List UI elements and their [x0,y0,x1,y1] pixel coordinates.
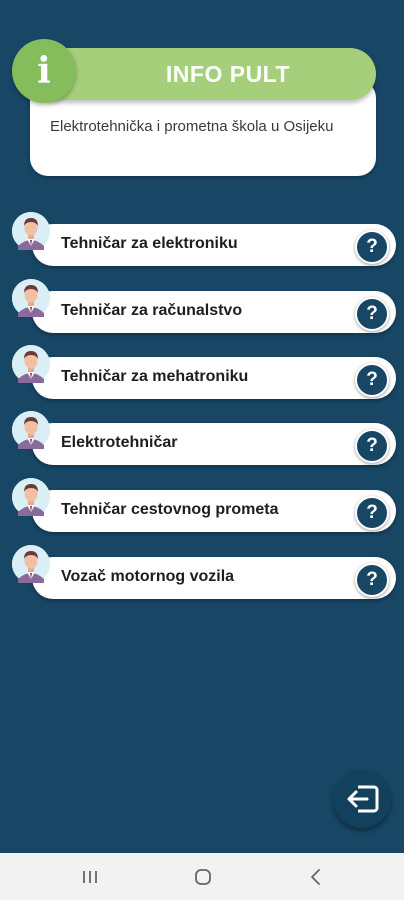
item-label: Tehničar za elektroniku [61,235,238,252]
school-name: Elektrotehnička i prometna škola u Osije… [50,118,334,135]
exit-arrow-icon [347,785,379,813]
list-item[interactable]: Tehničar cestovnog prometa ? [12,478,396,532]
item-label: Vozač motornog vozila [61,568,235,585]
person-avatar-icon [12,411,50,449]
recent-apps-icon[interactable] [78,865,102,889]
page-title: INFO PULT [165,60,291,87]
item-label: Tehničar za mehatroniku [61,368,249,385]
list-item[interactable]: Tehničar za elektroniku ? [12,212,396,266]
question-icon[interactable]: ? [355,496,389,530]
back-icon[interactable] [304,865,328,889]
person-avatar-icon [12,212,50,250]
item-label: Tehničar za računalstvo [61,302,243,319]
list-item[interactable]: Tehničar za mehatroniku ? [12,345,396,399]
question-icon[interactable]: ? [355,363,389,397]
list-item[interactable]: Tehničar za računalstvo ? [12,279,396,333]
person-avatar-icon [12,345,50,383]
exit-button[interactable] [333,770,391,828]
item-label: Elektrotehničar [61,434,178,451]
person-avatar-icon [12,545,50,583]
question-icon[interactable]: ? [355,297,389,331]
question-icon[interactable]: ? [355,563,389,597]
person-avatar-icon [12,478,50,516]
home-icon[interactable] [191,865,215,889]
question-icon[interactable]: ? [355,230,389,264]
info-glyph: i [37,50,51,92]
header-bar: INFO PULT [30,48,376,100]
question-icon[interactable]: ? [355,429,389,463]
item-label: Tehničar cestovnog prometa [61,501,279,518]
system-nav-bar [0,853,404,900]
info-icon: i [12,39,76,103]
person-avatar-icon [12,279,50,317]
list-item[interactable]: Elektrotehničar ? [12,411,396,465]
list-item[interactable]: Vozač motornog vozila ? [12,545,396,599]
